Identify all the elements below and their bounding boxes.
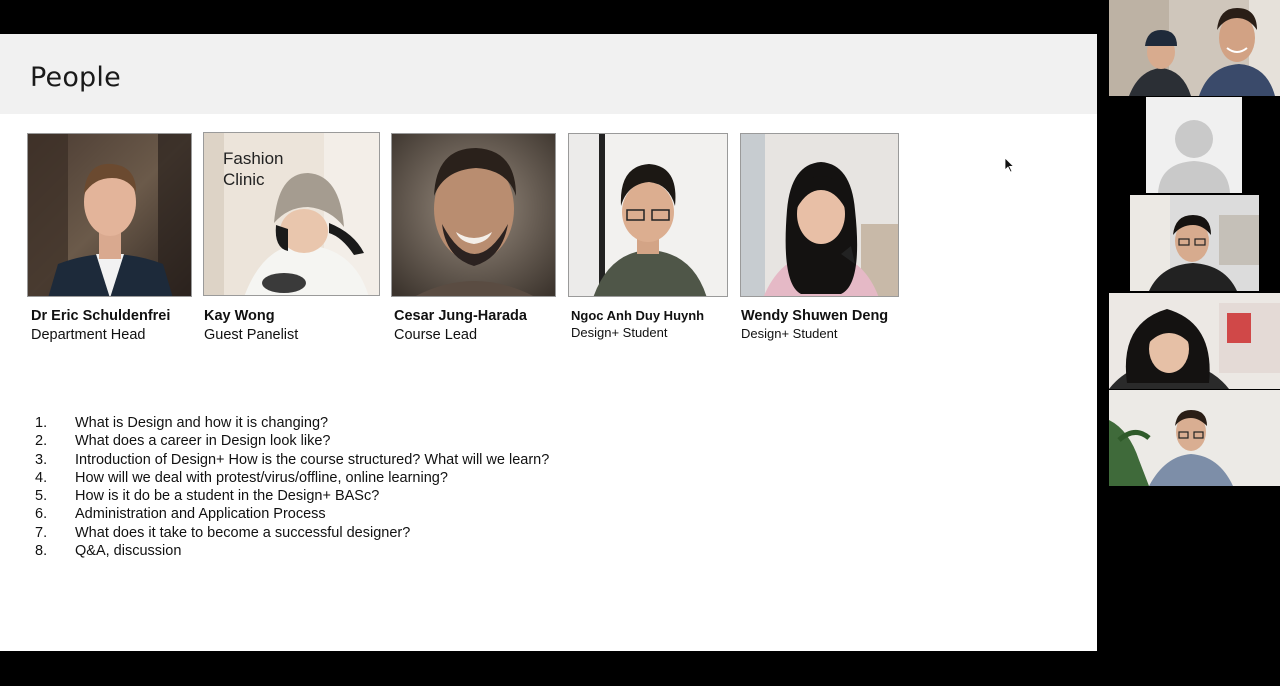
photo-caption-fashion: Fashion <box>223 149 284 168</box>
agenda-text: How will we deal with protest/virus/offl… <box>75 469 448 486</box>
person-name: Dr Eric Schuldenfrei <box>31 308 171 324</box>
participant-tile[interactable] <box>1109 390 1280 486</box>
person-role: Design+ Student <box>741 326 838 341</box>
person-photo-kay: Fashion Clinic <box>203 132 380 296</box>
agenda-number: 3. <box>35 451 48 468</box>
photo-caption-clinic: Clinic <box>223 170 265 189</box>
person-name: Ngoc Anh Duy Huynh <box>571 308 705 323</box>
person-role: Department Head <box>31 327 146 343</box>
mouse-cursor-icon <box>1004 157 1015 178</box>
slide-header-band <box>0 34 1097 114</box>
person-photo-ngoc <box>568 133 728 297</box>
participant-tile[interactable] <box>1109 195 1280 291</box>
agenda-text: Q&A, discussion <box>75 543 182 560</box>
agenda-number: 6. <box>35 506 48 523</box>
avatar <box>1146 97 1242 193</box>
agenda-text: How is it do be a student in the Design+… <box>75 488 380 505</box>
agenda-text: What does a career in Design look like? <box>75 433 331 450</box>
person-name: Wendy Shuwen Deng <box>741 308 889 324</box>
agenda-number: 7. <box>35 524 48 541</box>
person-photo-wendy <box>740 133 899 297</box>
person-photo-cesar <box>391 133 556 297</box>
participant-tile[interactable] <box>1109 293 1280 389</box>
person-role: Course Lead <box>394 327 478 343</box>
slide-title: People <box>30 62 121 93</box>
agenda-number: 1. <box>35 415 48 431</box>
agenda-text: What does it take to become a successful… <box>75 524 411 541</box>
agenda-number: 5. <box>35 488 48 505</box>
agenda-number: 8. <box>35 543 48 560</box>
agenda-text: Administration and Application Process <box>75 506 326 523</box>
agenda-number: 2. <box>35 433 48 450</box>
participant-tile[interactable] <box>1109 97 1280 193</box>
person-name: Cesar Jung-Harada <box>394 308 527 324</box>
person-name: Kay Wong <box>204 308 275 324</box>
agenda-text: What is Design and how it is changing? <box>75 415 329 431</box>
person-photo-eric <box>27 133 192 297</box>
person-role: Guest Panelist <box>204 327 299 343</box>
agenda-text: Introduction of Design+ How is the cours… <box>75 451 550 468</box>
shared-slide: People Dr Eric Schuldenfrei Department H… <box>0 34 1097 651</box>
user-placeholder-icon <box>1158 120 1230 193</box>
person-role: Design+ Student <box>571 325 668 340</box>
participant-tile[interactable] <box>1109 0 1280 96</box>
agenda-number: 4. <box>35 469 48 486</box>
